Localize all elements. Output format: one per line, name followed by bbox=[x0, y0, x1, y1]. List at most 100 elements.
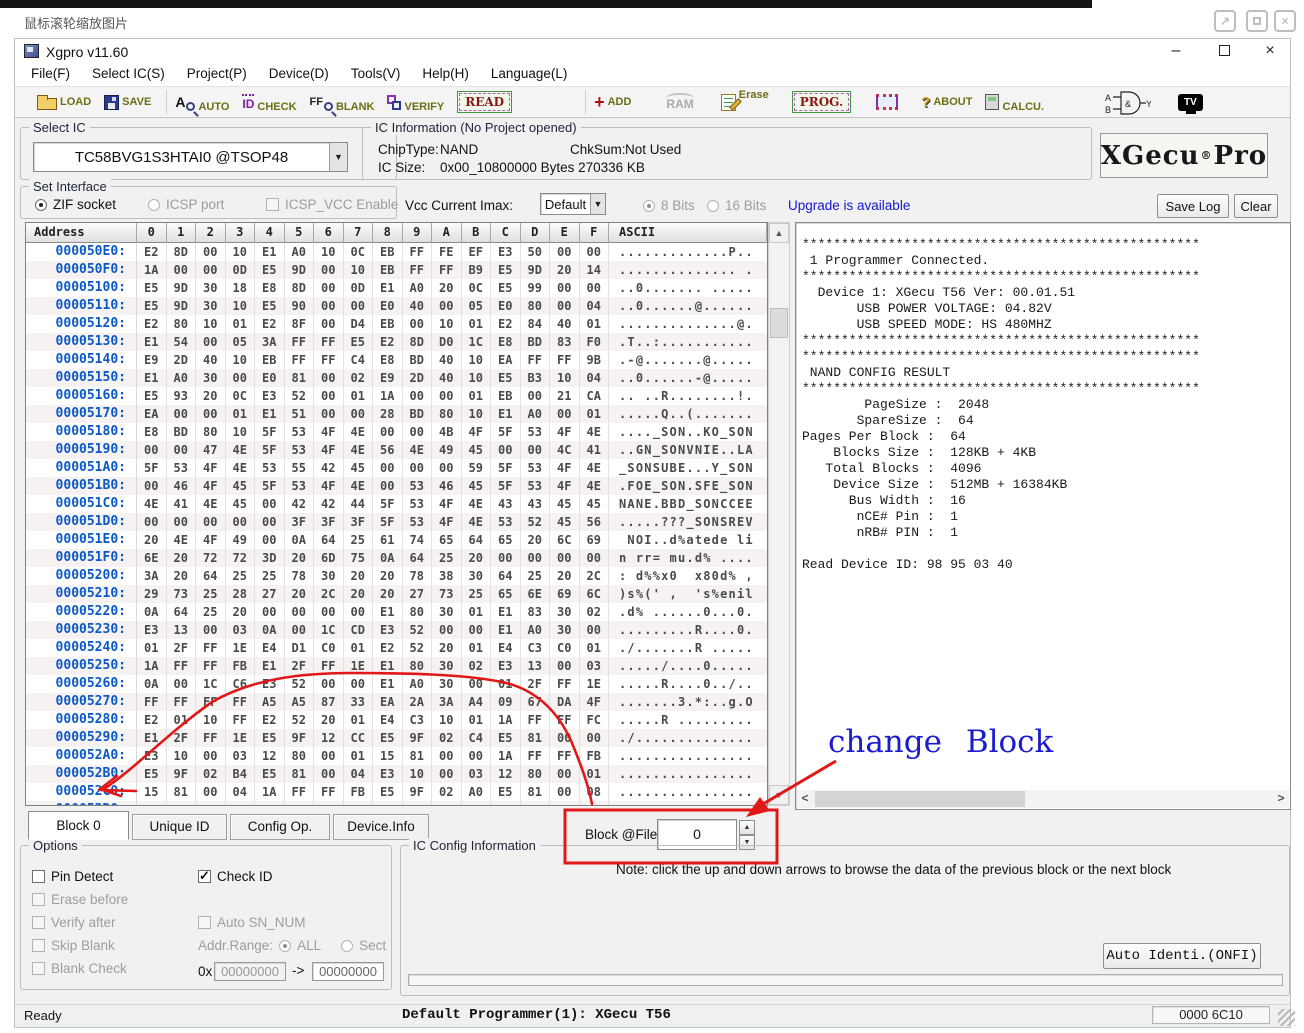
hex-byte[interactable]: 02 bbox=[344, 369, 374, 387]
hex-byte[interactable]: 53 bbox=[285, 477, 315, 495]
hex-byte[interactable]: FF bbox=[403, 243, 433, 261]
hex-byte[interactable]: 4E bbox=[344, 477, 374, 495]
hex-byte[interactable]: 45 bbox=[226, 477, 256, 495]
hex-byte[interactable]: 45 bbox=[580, 495, 610, 513]
hex-byte[interactable]: 45 bbox=[226, 495, 256, 513]
hex-byte[interactable]: 00 bbox=[580, 621, 610, 639]
hex-byte[interactable]: 00 bbox=[403, 315, 433, 333]
hex-byte[interactable]: 72 bbox=[196, 549, 226, 567]
hex-byte[interactable]: 0C bbox=[462, 279, 492, 297]
hex-byte[interactable]: A4 bbox=[462, 693, 492, 711]
hex-byte[interactable]: 33 bbox=[344, 693, 374, 711]
hex-byte[interactable]: 10 bbox=[462, 405, 492, 423]
hex-byte[interactable]: E5 bbox=[255, 765, 285, 783]
hex-byte[interactable]: 53 bbox=[285, 423, 315, 441]
hex-byte[interactable]: 00 bbox=[580, 549, 610, 567]
hex-byte[interactable]: FF bbox=[196, 639, 226, 657]
hex-byte[interactable]: 56 bbox=[373, 441, 403, 459]
hex-byte[interactable]: E3 bbox=[373, 765, 403, 783]
hex-byte[interactable]: 43 bbox=[521, 495, 551, 513]
hex-byte[interactable]: 27 bbox=[403, 585, 433, 603]
hex-byte[interactable]: A0 bbox=[285, 243, 315, 261]
hex-byte[interactable]: 43 bbox=[491, 495, 521, 513]
hex-byte[interactable]: 4E bbox=[344, 423, 374, 441]
hex-byte[interactable]: B4 bbox=[226, 765, 256, 783]
hex-byte[interactable]: 00 bbox=[314, 747, 344, 765]
hex-byte[interactable]: 01 bbox=[226, 405, 256, 423]
hex-byte[interactable]: 00 bbox=[196, 621, 226, 639]
hex-row[interactable]: 00005150:E1A03000E0810002E92D4010E5B3100… bbox=[26, 369, 767, 387]
hex-row[interactable]: 00005120:E2801001E28F00D4EB001001E284400… bbox=[26, 315, 767, 333]
hex-byte[interactable]: 8D bbox=[167, 243, 197, 261]
hex-byte[interactable]: E2 bbox=[137, 243, 167, 261]
hex-byte[interactable]: 25 bbox=[462, 585, 492, 603]
hex-byte[interactable]: 30 bbox=[550, 603, 580, 621]
hex-byte[interactable]: 01 bbox=[580, 765, 610, 783]
hex-byte[interactable]: E1 bbox=[255, 405, 285, 423]
hex-byte[interactable]: 3A bbox=[432, 693, 462, 711]
range-from-input[interactable]: 00000000 bbox=[214, 962, 286, 981]
hex-byte[interactable]: 28 bbox=[226, 585, 256, 603]
hex-byte[interactable]: EA bbox=[491, 351, 521, 369]
hex-row[interactable]: 00005280:E20110FFE2522001E4C310011AFFFFF… bbox=[26, 711, 767, 729]
add-button[interactable]: +ADD bbox=[594, 92, 631, 113]
hex-byte[interactable]: 00 bbox=[344, 603, 374, 621]
blank-button[interactable]: FFBLANK bbox=[310, 91, 375, 113]
hex-byte[interactable]: FF bbox=[226, 693, 256, 711]
hex-byte[interactable]: 52 bbox=[403, 639, 433, 657]
hex-byte[interactable]: 52 bbox=[285, 711, 315, 729]
hex-byte[interactable]: 41 bbox=[580, 441, 610, 459]
hex-byte[interactable]: 02 bbox=[432, 783, 462, 801]
hex-byte[interactable]: 0C bbox=[226, 387, 256, 405]
hex-byte[interactable]: 9F bbox=[403, 729, 433, 747]
hex-byte[interactable]: 12 bbox=[314, 729, 344, 747]
hex-byte[interactable]: 00 bbox=[403, 423, 433, 441]
hex-byte[interactable]: 00 bbox=[521, 387, 551, 405]
hex-byte[interactable]: 00 bbox=[196, 243, 226, 261]
hex-byte[interactable]: 15 bbox=[373, 801, 403, 806]
hex-byte[interactable]: 30 bbox=[432, 675, 462, 693]
spin-up-icon[interactable]: ▲ bbox=[739, 820, 755, 835]
hex-byte[interactable]: 00 bbox=[196, 261, 226, 279]
calcu-button[interactable]: CALCU. bbox=[985, 91, 1044, 113]
hex-byte[interactable]: 00 bbox=[255, 495, 285, 513]
hex-byte[interactable]: 10 bbox=[462, 351, 492, 369]
hex-byte[interactable]: 1A bbox=[255, 783, 285, 801]
hex-byte[interactable]: 4F bbox=[432, 495, 462, 513]
hex-byte[interactable]: 6C bbox=[550, 531, 580, 549]
hex-byte[interactable]: 20 bbox=[314, 711, 344, 729]
menu-item[interactable]: Project(P) bbox=[176, 64, 258, 85]
prog-button[interactable]: PROG. bbox=[792, 91, 851, 113]
hex-byte[interactable]: 67 bbox=[521, 693, 551, 711]
hex-byte[interactable]: 20 bbox=[344, 567, 374, 585]
hex-byte[interactable]: EA bbox=[373, 693, 403, 711]
hex-byte[interactable]: 6C bbox=[580, 585, 610, 603]
hex-byte[interactable]: 4F bbox=[314, 477, 344, 495]
hex-byte[interactable]: 5F bbox=[255, 423, 285, 441]
hex-byte[interactable]: E1 bbox=[491, 405, 521, 423]
hex-byte[interactable]: 00 bbox=[314, 315, 344, 333]
hex-byte[interactable]: 99 bbox=[521, 279, 551, 297]
hex-byte[interactable]: E1 bbox=[373, 279, 403, 297]
hex-byte[interactable]: E5 bbox=[137, 765, 167, 783]
hex-byte[interactable]: 81 bbox=[285, 765, 315, 783]
hex-byte[interactable]: 00 bbox=[196, 333, 226, 351]
upgrade-link[interactable]: Upgrade is available bbox=[788, 198, 910, 213]
hex-byte[interactable]: 00 bbox=[285, 603, 315, 621]
hex-byte[interactable]: 00 bbox=[491, 549, 521, 567]
hex-byte[interactable]: EF bbox=[462, 243, 492, 261]
hex-byte[interactable]: 00 bbox=[226, 369, 256, 387]
hex-byte[interactable]: 10 bbox=[167, 801, 197, 806]
hex-byte[interactable]: 5F bbox=[255, 477, 285, 495]
hex-byte[interactable]: 65 bbox=[491, 531, 521, 549]
hex-byte[interactable]: 0A bbox=[255, 621, 285, 639]
hex-byte[interactable]: 0D bbox=[226, 261, 256, 279]
scroll-right-icon[interactable]: > bbox=[1273, 791, 1289, 807]
hex-byte[interactable]: 64 bbox=[491, 567, 521, 585]
hex-byte[interactable]: 1A bbox=[491, 747, 521, 765]
hex-byte[interactable]: 00 bbox=[373, 423, 403, 441]
tab-config-op[interactable]: Config Op. bbox=[230, 814, 330, 840]
hex-byte[interactable]: 12 bbox=[491, 765, 521, 783]
hex-byte[interactable]: E1 bbox=[255, 243, 285, 261]
hex-byte[interactable]: 80 bbox=[521, 297, 551, 315]
